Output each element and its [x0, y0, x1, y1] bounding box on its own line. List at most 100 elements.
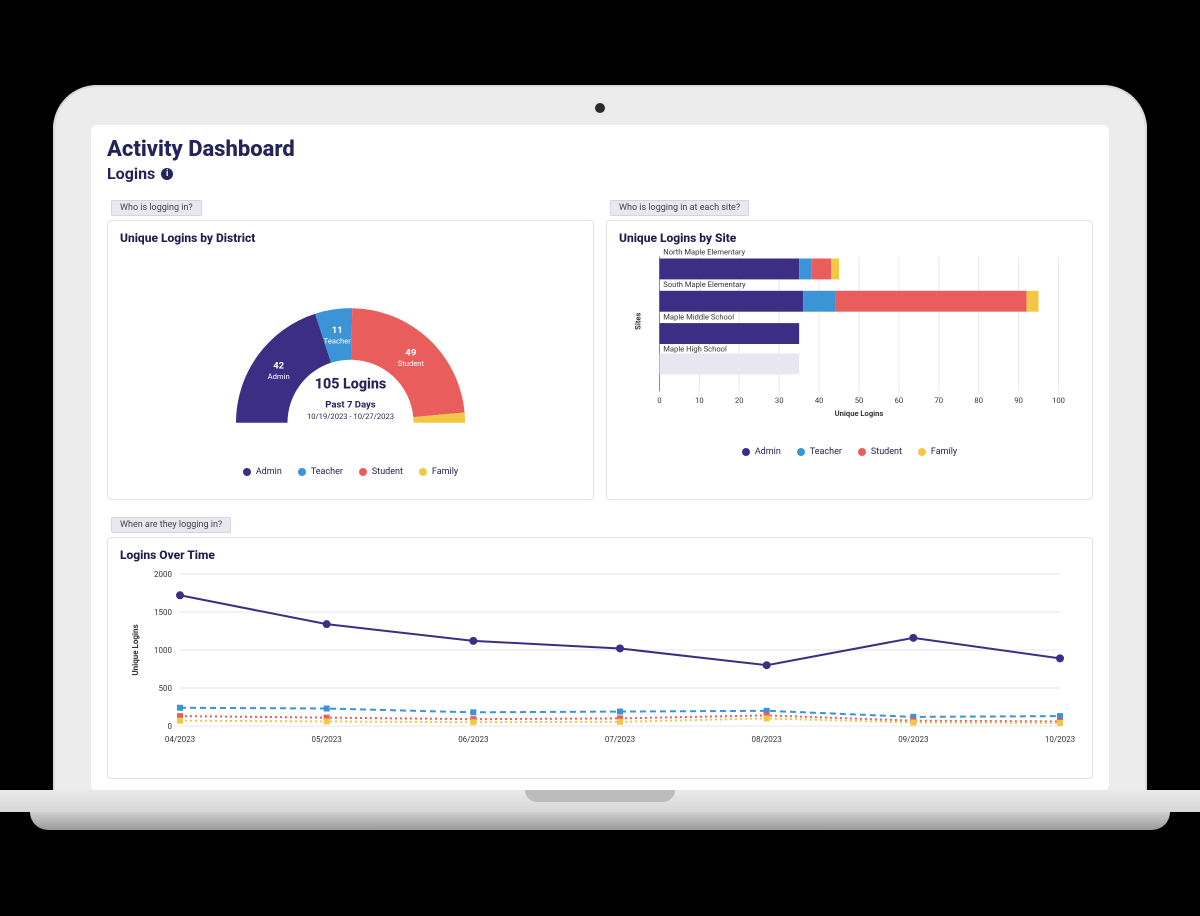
time-x-tick: 07/2023	[605, 735, 635, 744]
donut-center-range: 10/19/2023 - 10/27/2023	[307, 412, 394, 421]
time-point[interactable]	[323, 620, 331, 628]
time-series-admin[interactable]	[180, 595, 1060, 665]
family-swatch-icon	[419, 468, 427, 476]
student-swatch-icon	[858, 448, 866, 456]
time-point[interactable]	[470, 709, 476, 715]
time-point[interactable]	[470, 719, 476, 725]
page-subtitle-row: Logins i	[107, 164, 1093, 183]
panel-time-tag: When are they logging in?	[111, 517, 231, 533]
svg-text:60: 60	[895, 396, 904, 405]
svg-text:80: 80	[974, 396, 983, 405]
district-donut-chart: 42Admin 11Teacher 49Student 105 Logins Past …	[120, 249, 581, 459]
legend-label: Admin	[256, 467, 282, 477]
dashboard-screen: Activity Dashboard Logins i Who is loggi…	[91, 125, 1109, 791]
time-point[interactable]	[1057, 720, 1063, 726]
time-point[interactable]	[910, 720, 916, 726]
site-bar-student[interactable]	[811, 259, 831, 280]
time-x-tick: 08/2023	[752, 735, 782, 744]
time-point[interactable]	[909, 634, 917, 642]
site-legend: Admin Teacher Student Family	[619, 447, 1080, 457]
legend-item-teacher[interactable]: Teacher	[797, 447, 842, 457]
svg-text:0: 0	[168, 722, 173, 731]
svg-text:20: 20	[735, 396, 744, 405]
time-point[interactable]	[763, 661, 771, 669]
teacher-swatch-icon	[298, 468, 306, 476]
svg-text:50: 50	[855, 396, 864, 405]
time-point[interactable]	[469, 637, 477, 645]
site-category-label: North Maple Elementary	[663, 249, 745, 257]
svg-text:1500: 1500	[154, 608, 172, 617]
legend-item-family[interactable]: Family	[419, 467, 458, 477]
time-y-axis-label: Unique Logins	[131, 624, 140, 675]
time-x-tick: 10/2023	[1045, 735, 1075, 744]
panel-site: Who is logging in at each site? Unique L…	[606, 195, 1093, 500]
time-point[interactable]	[177, 718, 183, 724]
svg-text:70: 70	[935, 396, 944, 405]
time-point[interactable]	[324, 706, 330, 712]
site-x-axis-label: Unique Logins	[835, 409, 884, 418]
page-subtitle: Logins	[107, 164, 155, 183]
donut-center-value: 105 Logins	[315, 376, 387, 392]
time-point[interactable]	[617, 719, 623, 725]
time-point[interactable]	[617, 709, 623, 715]
time-point[interactable]	[177, 705, 183, 711]
time-point[interactable]	[1057, 713, 1063, 719]
admin-swatch-icon	[742, 448, 750, 456]
legend-label: Family	[432, 467, 458, 477]
time-point[interactable]	[1056, 654, 1064, 662]
logins-over-time-chart: 050010001500200004/202305/202306/202307/…	[120, 566, 1080, 756]
legend-label: Student	[871, 447, 902, 457]
laptop-camera	[595, 103, 605, 113]
legend-item-student[interactable]: Student	[858, 447, 902, 457]
teacher-swatch-icon	[797, 448, 805, 456]
site-y-axis-label: Sites	[634, 312, 643, 329]
legend-item-admin[interactable]: Admin	[243, 467, 282, 477]
svg-text:100: 100	[1052, 396, 1065, 405]
time-point[interactable]	[764, 715, 770, 721]
legend-label: Student	[372, 467, 403, 477]
legend-item-admin[interactable]: Admin	[742, 447, 781, 457]
site-category-label: Maple Middle School	[663, 312, 734, 321]
panel-time: When are they logging in? Logins Over Ti…	[107, 512, 1093, 779]
site-bar-admin[interactable]	[660, 291, 804, 312]
panel-time-body: Logins Over Time 050010001500200004/2023…	[107, 537, 1093, 779]
svg-text:90: 90	[1014, 396, 1023, 405]
time-x-tick: 09/2023	[898, 735, 928, 744]
time-point[interactable]	[616, 644, 624, 652]
laptop-base	[0, 790, 1200, 832]
family-swatch-icon	[918, 448, 926, 456]
site-bar-teacher[interactable]	[803, 291, 835, 312]
legend-item-family[interactable]: Family	[918, 447, 957, 457]
page-title: Activity Dashboard	[107, 137, 1093, 162]
time-x-tick: 06/2023	[458, 735, 488, 744]
site-bar-family[interactable]	[831, 259, 839, 280]
svg-text:49: 49	[405, 348, 416, 359]
svg-text:2000: 2000	[154, 570, 172, 579]
panel-site-tag: Who is logging in at each site?	[610, 200, 749, 216]
site-category-label: South Maple Elementary	[663, 280, 746, 289]
svg-text:Teacher: Teacher	[324, 337, 352, 346]
donut-center-period: Past 7 Days	[325, 399, 376, 410]
site-bar-family[interactable]	[1027, 291, 1039, 312]
legend-item-teacher[interactable]: Teacher	[298, 467, 343, 477]
panel-district-body: Unique Logins by District 42Admin11Teach…	[107, 220, 594, 500]
panel-district: Who is logging in? Unique Logins by Dist…	[107, 195, 594, 500]
svg-text:1000: 1000	[154, 646, 172, 655]
time-point[interactable]	[176, 591, 184, 599]
panel-district-title: Unique Logins by District	[120, 231, 581, 245]
site-bar-teacher[interactable]	[799, 259, 811, 280]
panel-site-body: Unique Logins by Site 010203040506070809…	[606, 220, 1093, 500]
legend-item-student[interactable]: Student	[359, 467, 403, 477]
svg-text:Student: Student	[398, 359, 425, 368]
info-icon[interactable]: i	[161, 168, 173, 180]
panel-time-title: Logins Over Time	[120, 548, 1080, 562]
svg-text:Admin: Admin	[268, 372, 290, 381]
time-point[interactable]	[324, 718, 330, 724]
svg-text:11: 11	[332, 325, 343, 336]
site-bar-admin[interactable]	[660, 259, 800, 280]
legend-label: Teacher	[311, 467, 343, 477]
svg-text:10: 10	[695, 396, 704, 405]
svg-text:42: 42	[273, 361, 284, 372]
site-bar-admin[interactable]	[660, 323, 800, 344]
site-bar-student[interactable]	[835, 291, 1027, 312]
